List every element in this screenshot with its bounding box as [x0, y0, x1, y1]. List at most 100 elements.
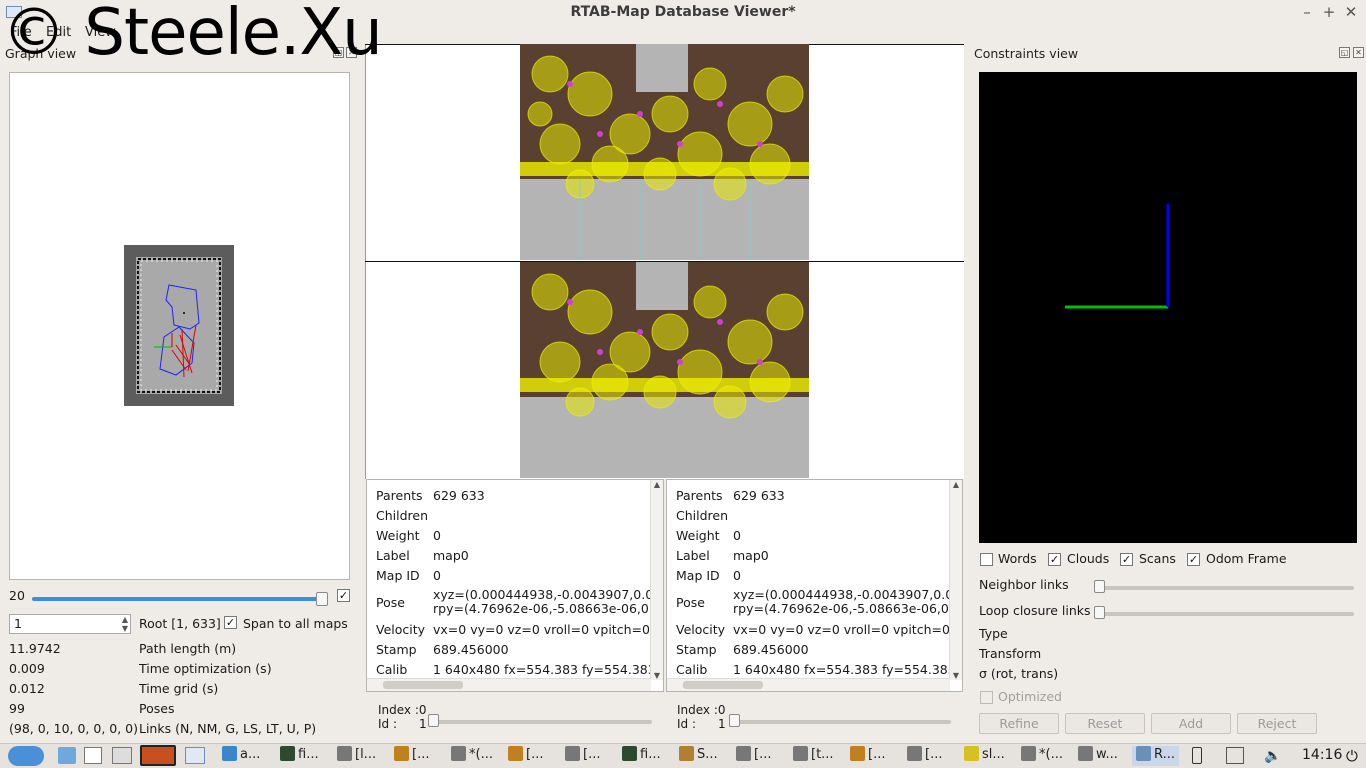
- parents-value: 629 633: [733, 488, 785, 503]
- loop-closure-handle[interactable]: [1094, 606, 1105, 619]
- taskbar-item[interactable]: [t...: [793, 746, 834, 766]
- show-desktop-icon[interactable]: [58, 747, 76, 764]
- stamp-value: 689.456000: [733, 642, 809, 657]
- parents-value: 629 633: [433, 488, 485, 503]
- battery-icon[interactable]: [1192, 747, 1202, 764]
- type-label: Type: [979, 626, 1008, 641]
- stamp-label: Stamp: [376, 642, 417, 657]
- spin-arrows-icon[interactable]: ▲ ▼: [122, 615, 128, 633]
- root-label: Root [1, 633]: [139, 616, 221, 631]
- maximize-button[interactable]: +: [1320, 3, 1338, 21]
- label-label: Label: [376, 548, 410, 563]
- constraints-3d-view[interactable]: [979, 72, 1357, 543]
- label-value: map0: [433, 548, 469, 563]
- taskbar-item[interactable]: [...: [508, 746, 543, 766]
- vertical-scrollbar[interactable]: ▲ ▼: [650, 480, 663, 680]
- words-checkbox[interactable]: [980, 553, 993, 566]
- calib-label: Calib: [376, 662, 408, 677]
- terminal-launcher-icon[interactable]: [112, 747, 132, 764]
- pose-label: Pose: [376, 595, 405, 610]
- add-button[interactable]: Add: [1151, 713, 1231, 734]
- node-slider-right-handle[interactable]: [729, 714, 740, 727]
- taskbar-item[interactable]: fi...: [622, 746, 661, 766]
- taskbar-item[interactable]: *(...: [451, 746, 493, 766]
- taskbar-item[interactable]: [...: [736, 746, 771, 766]
- weight-label: Weight: [676, 528, 720, 543]
- optimized-checkbox[interactable]: [980, 691, 993, 704]
- power-icon[interactable]: ⏻: [1346, 747, 1358, 765]
- pose-xyz-value: xyz=(0.000444938,-0.0043907,0.09: [733, 587, 962, 602]
- taskbar-item[interactable]: w...: [1078, 746, 1118, 766]
- loop-closure-slider[interactable]: [1100, 612, 1354, 616]
- node-slider-right[interactable]: [729, 720, 951, 724]
- id-value-right: 1: [718, 717, 726, 731]
- constraints-float-button[interactable]: ◱: [1339, 47, 1350, 58]
- root-spinbox[interactable]: 1 ▲ ▼: [9, 614, 131, 634]
- node-info-right[interactable]: Parents 629 633 Children Weight 0 Label …: [666, 479, 963, 692]
- horizontal-scrollbar[interactable]: [667, 678, 950, 691]
- graph-slider-handle[interactable]: [316, 592, 328, 606]
- browser-launcher-icon[interactable]: [140, 745, 176, 766]
- horizontal-scrollbar[interactable]: [367, 678, 651, 691]
- velocity-label: Velocity: [676, 622, 726, 637]
- neighbor-links-slider[interactable]: [1100, 586, 1354, 590]
- node-slider-left[interactable]: [430, 720, 652, 724]
- taskbar-item[interactable]: fi...: [280, 746, 319, 766]
- refine-button[interactable]: Refine: [979, 713, 1059, 734]
- window-launcher-icon[interactable]: [185, 747, 205, 764]
- velocity-label: Velocity: [376, 622, 426, 637]
- calib-label: Calib: [676, 662, 708, 677]
- taskbar-item[interactable]: a...: [222, 746, 260, 766]
- reset-button[interactable]: Reset: [1065, 713, 1145, 734]
- weight-value: 0: [733, 528, 741, 543]
- taskbar-item[interactable]: [...: [850, 746, 885, 766]
- stat-value: 99: [9, 701, 25, 716]
- taskbar-item[interactable]: [...: [907, 746, 942, 766]
- reject-button[interactable]: Reject: [1237, 713, 1317, 734]
- node-info-left[interactable]: Parents 629 633 Children Weight 0 Label …: [366, 479, 664, 692]
- taskbar-item-active[interactable]: R...: [1132, 746, 1179, 766]
- stat-label: Path length (m): [139, 641, 237, 656]
- taskbar-item[interactable]: [...: [394, 746, 429, 766]
- node-slider-left-handle[interactable]: [428, 714, 439, 727]
- sigma-label: σ (rot, trans): [979, 666, 1059, 681]
- map-id-value: 0: [433, 568, 441, 583]
- neighbor-links-handle[interactable]: [1094, 580, 1105, 593]
- id-label-left: Id :: [378, 717, 398, 731]
- volume-icon[interactable]: 🔈: [1264, 748, 1281, 764]
- occupancy-grid-map: [124, 245, 234, 406]
- clock[interactable]: 14:16: [1302, 747, 1342, 763]
- start-menu-icon[interactable]: [8, 746, 44, 766]
- stat-label: Links (N, NM, G, LS, LT, U, P): [139, 721, 317, 736]
- index-label-right: Index :0: [677, 703, 726, 717]
- taskbar-item[interactable]: [l...: [337, 746, 376, 766]
- graph-slider[interactable]: [32, 597, 328, 601]
- graph-slider-checkbox[interactable]: ✓: [337, 589, 350, 602]
- span-checkbox[interactable]: ✓: [224, 616, 237, 629]
- label-value: map0: [733, 548, 769, 563]
- minimize-button[interactable]: –: [1298, 3, 1316, 21]
- file-manager-icon[interactable]: [84, 747, 102, 764]
- taskbar-item[interactable]: S...: [679, 746, 718, 766]
- constraints-view-title: Constraints view: [974, 46, 1079, 61]
- clouds-checkbox[interactable]: ✓: [1048, 553, 1061, 566]
- stat-value: 0.009: [9, 661, 45, 676]
- taskbar-item[interactable]: *(...: [1021, 746, 1063, 766]
- map-id-value: 0: [733, 568, 741, 583]
- stat-value: (98, 0, 10, 0, 0, 0, 0): [9, 721, 139, 736]
- stamp-label: Stamp: [676, 642, 717, 657]
- odom-frame-checkbox[interactable]: ✓: [1187, 553, 1200, 566]
- optimized-label: Optimized: [998, 689, 1062, 704]
- vertical-scrollbar[interactable]: ▲ ▼: [949, 480, 962, 680]
- words-label: Words: [998, 551, 1037, 566]
- network-icon[interactable]: [1226, 747, 1244, 764]
- stat-label: Time optimization (s): [139, 661, 272, 676]
- close-button[interactable]: ✕: [1342, 3, 1360, 21]
- stat-label: Time grid (s): [139, 681, 219, 696]
- taskbar-item[interactable]: [...: [565, 746, 600, 766]
- constraints-close-button[interactable]: ✕: [1353, 47, 1364, 58]
- taskbar-item[interactable]: sl...: [964, 746, 1005, 766]
- watermark: © Steele.Xu: [2, 0, 383, 70]
- scans-checkbox[interactable]: ✓: [1120, 553, 1133, 566]
- weight-value: 0: [433, 528, 441, 543]
